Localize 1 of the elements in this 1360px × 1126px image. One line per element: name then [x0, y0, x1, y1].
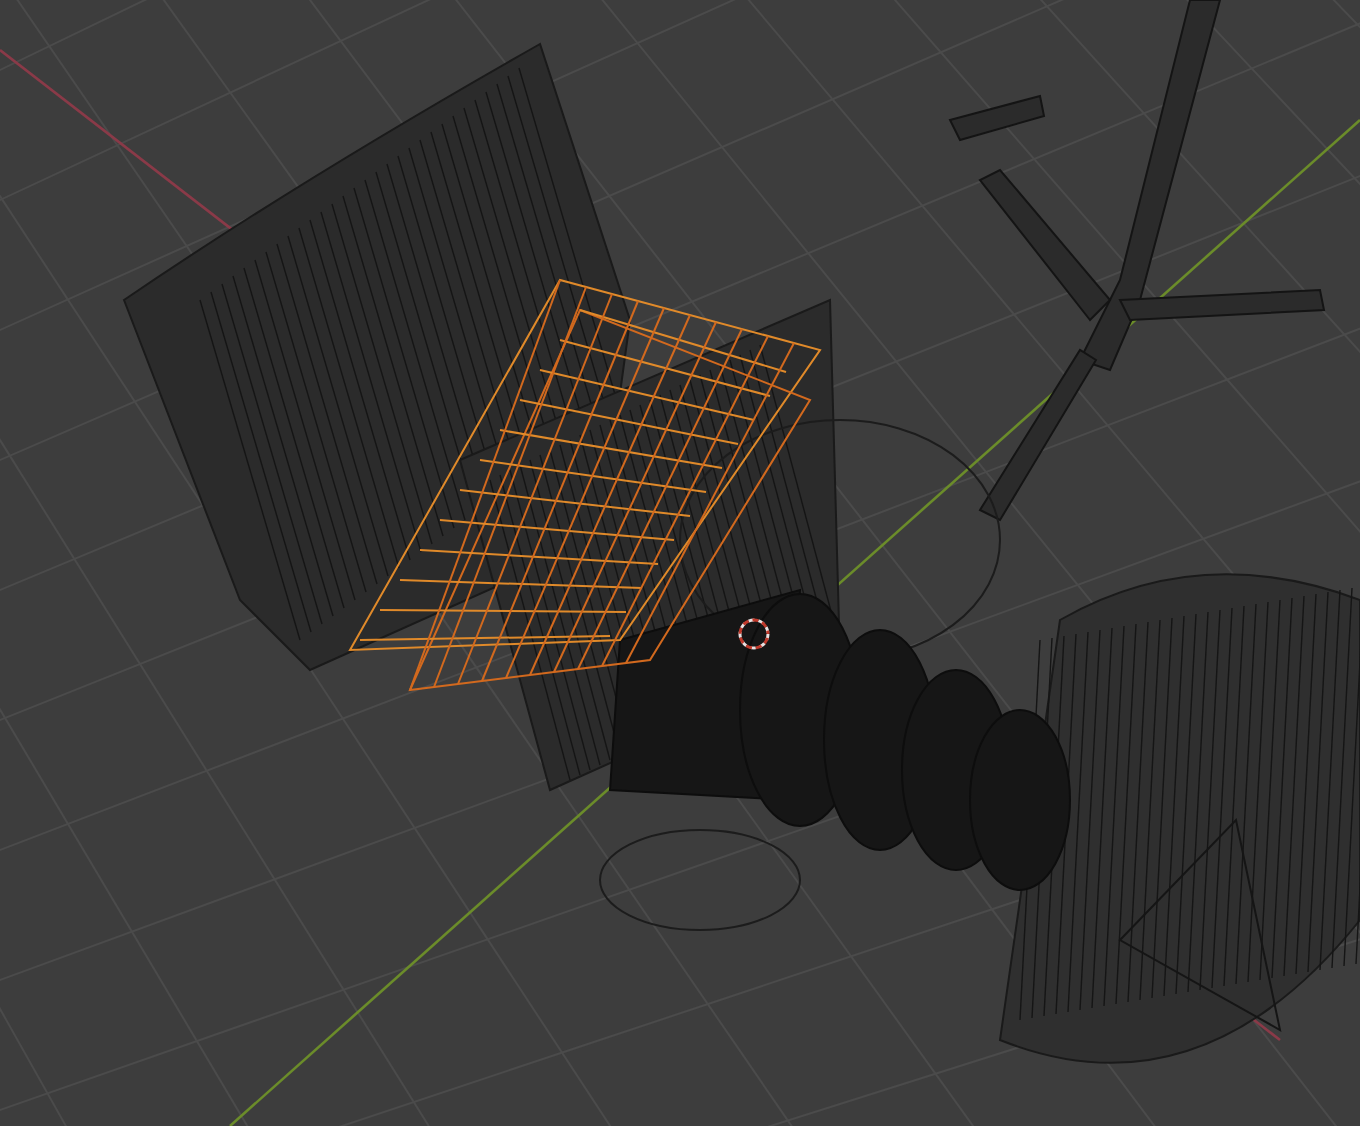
cursor-icon	[738, 618, 770, 650]
